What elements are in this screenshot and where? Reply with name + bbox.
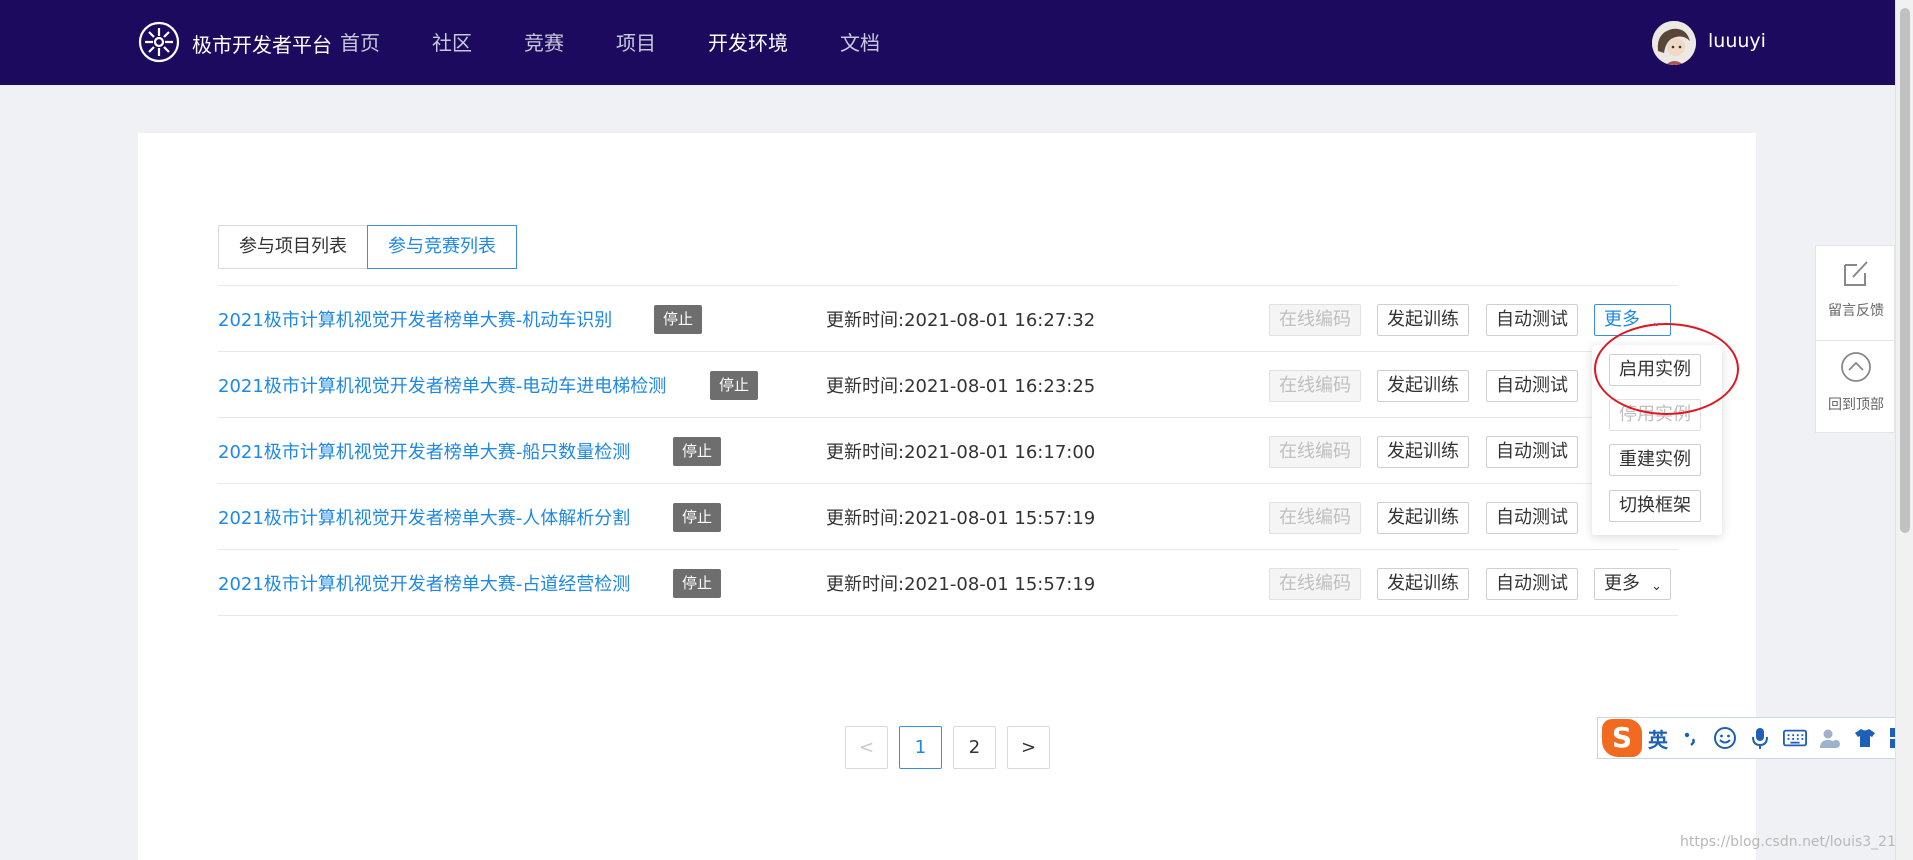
online-code-button[interactable]: 在线编码 xyxy=(1269,502,1361,534)
updated-time: 更新时间:2021-08-01 15:57:19 xyxy=(826,574,1096,595)
online-code-button[interactable]: 在线编码 xyxy=(1269,568,1361,600)
user-icon[interactable] xyxy=(1818,726,1842,750)
more-label: 更多 xyxy=(1604,573,1640,594)
logo-icon[interactable] xyxy=(136,19,182,65)
nav-item-dev-env[interactable]: 开发环境 xyxy=(708,27,788,56)
list-item: 2021极市计算机视觉开发者榜单大赛-船只数量检测 停止 更新时间:2021-0… xyxy=(218,418,1678,484)
auto-test-button[interactable]: 自动测试 xyxy=(1486,502,1578,534)
prev-page-button[interactable]: < xyxy=(845,726,888,769)
item-title-link[interactable]: 2021极市计算机视觉开发者榜单大赛-机动车识别 xyxy=(218,306,612,332)
status-badge: 停止 xyxy=(673,503,722,532)
nav-item-docs[interactable]: 文档 xyxy=(840,27,880,56)
emoji-icon[interactable] xyxy=(1713,726,1737,750)
microphone-icon[interactable] xyxy=(1748,726,1772,750)
updated-time: 更新时间:2021-08-01 16:17:00 xyxy=(826,442,1096,463)
chevron-down-icon: ⌄ xyxy=(1651,579,1662,594)
item-title-link[interactable]: 2021极市计算机视觉开发者榜单大赛-人体解析分割 xyxy=(218,504,630,530)
page-button-1[interactable]: 1 xyxy=(899,726,942,769)
more-dropdown-button[interactable]: 更多 ⌄ xyxy=(1594,304,1671,336)
ime-logo[interactable]: S xyxy=(1602,719,1642,757)
page-scrollbar[interactable] xyxy=(1895,0,1913,860)
avatar[interactable] xyxy=(1652,21,1696,65)
page-button-2[interactable]: 2 xyxy=(953,726,996,769)
status-badge: 停止 xyxy=(673,437,722,466)
back-to-top-button[interactable]: 回到顶部 xyxy=(1816,350,1896,414)
more-label: 更多 xyxy=(1604,309,1640,330)
nav-item-project[interactable]: 项目 xyxy=(616,27,656,56)
status-badge: 停止 xyxy=(710,371,759,400)
start-train-button[interactable]: 发起训练 xyxy=(1377,502,1469,534)
updated-time: 更新时间:2021-08-01 15:57:19 xyxy=(826,508,1096,529)
chevron-down-icon: ⌄ xyxy=(1651,315,1662,330)
online-code-button[interactable]: 在线编码 xyxy=(1269,304,1361,336)
list-item: 2021极市计算机视觉开发者榜单大赛-人体解析分割 停止 更新时间:2021-0… xyxy=(218,484,1678,550)
disable-instance-option[interactable]: 停用实例 xyxy=(1609,399,1701,431)
ime-toolbar: S 英 xyxy=(1597,717,1913,759)
watermark: https://blog.csdn.net/louis3_21 xyxy=(1680,834,1896,850)
auto-test-button[interactable]: 自动测试 xyxy=(1486,370,1578,402)
more-dropdown-button[interactable]: 更多 ⌄ xyxy=(1594,568,1671,600)
list-tabs: 参与项目列表 参与竞赛列表 xyxy=(218,225,517,269)
rebuild-instance-option[interactable]: 重建实例 xyxy=(1609,444,1701,476)
item-title-link[interactable]: 2021极市计算机视觉开发者榜单大赛-船只数量检测 xyxy=(218,438,630,464)
tab-competitions[interactable]: 参与竞赛列表 xyxy=(367,225,517,269)
list-item: 2021极市计算机视觉开发者榜单大赛-占道经营检测 停止 更新时间:2021-0… xyxy=(218,550,1678,616)
competition-list: 2021极市计算机视觉开发者榜单大赛-机动车识别 停止 更新时间:2021-08… xyxy=(218,285,1678,616)
list-item: 2021极市计算机视觉开发者榜单大赛-电动车进电梯检测 停止 更新时间:2021… xyxy=(218,352,1678,418)
punctuation-icon[interactable] xyxy=(1678,726,1702,750)
switch-framework-option[interactable]: 切换框架 xyxy=(1609,490,1701,522)
content-card: 参与项目列表 参与竞赛列表 2021极市计算机视觉开发者榜单大赛-机动车识别 停… xyxy=(138,133,1756,860)
side-float-bar: 留言反馈 回到顶部 xyxy=(1815,245,1896,433)
brand-name[interactable]: 极市开发者平台 xyxy=(192,29,332,58)
start-train-button[interactable]: 发起训练 xyxy=(1377,370,1469,402)
item-title-link[interactable]: 2021极市计算机视觉开发者榜单大赛-占道经营检测 xyxy=(218,570,630,596)
item-title-link[interactable]: 2021极市计算机视觉开发者榜单大赛-电动车进电梯检测 xyxy=(218,372,666,398)
main-nav: 首页 社区 竞赛 项目 开发环境 文档 xyxy=(340,27,932,56)
divider xyxy=(1816,340,1896,341)
enable-instance-option[interactable]: 启用实例 xyxy=(1609,354,1701,386)
status-badge: 停止 xyxy=(673,569,722,598)
status-badge: 停止 xyxy=(654,305,703,334)
skin-icon[interactable] xyxy=(1853,726,1877,750)
pagination: < 1 2 > xyxy=(845,726,1061,769)
updated-time: 更新时间:2021-08-01 16:27:32 xyxy=(826,310,1096,331)
avatar-image-icon xyxy=(1652,21,1696,65)
start-train-button[interactable]: 发起训练 xyxy=(1377,304,1469,336)
start-train-button[interactable]: 发起训练 xyxy=(1377,568,1469,600)
nav-item-home[interactable]: 首页 xyxy=(340,27,380,56)
ime-language-toggle[interactable]: 英 xyxy=(1648,724,1668,753)
top-navbar: 极市开发者平台 首页 社区 竞赛 项目 开发环境 文档 luuuyi xyxy=(0,0,1895,85)
auto-test-button[interactable]: 自动测试 xyxy=(1486,436,1578,468)
back-to-top-label: 回到顶部 xyxy=(1828,397,1884,413)
feedback-button[interactable]: 留言反馈 xyxy=(1816,256,1896,320)
nav-item-competition[interactable]: 竞赛 xyxy=(524,27,564,56)
tab-projects[interactable]: 参与项目列表 xyxy=(218,225,368,269)
auto-test-button[interactable]: 自动测试 xyxy=(1486,304,1578,336)
scrollbar-thumb[interactable] xyxy=(1900,8,1910,533)
ime-icon-group xyxy=(1678,726,1912,750)
edit-icon xyxy=(1844,261,1868,286)
next-page-button[interactable]: > xyxy=(1007,726,1050,769)
username[interactable]: luuuyi xyxy=(1708,30,1766,52)
updated-time: 更新时间:2021-08-01 16:23:25 xyxy=(826,376,1096,397)
online-code-button[interactable]: 在线编码 xyxy=(1269,436,1361,468)
arrow-up-circle-icon xyxy=(1841,352,1871,382)
nav-item-community[interactable]: 社区 xyxy=(432,27,472,56)
more-dropdown-menu: 启用实例 停用实例 重建实例 切换框架 xyxy=(1592,345,1722,535)
auto-test-button[interactable]: 自动测试 xyxy=(1486,568,1578,600)
start-train-button[interactable]: 发起训练 xyxy=(1377,436,1469,468)
online-code-button[interactable]: 在线编码 xyxy=(1269,370,1361,402)
list-item: 2021极市计算机视觉开发者榜单大赛-机动车识别 停止 更新时间:2021-08… xyxy=(218,286,1678,352)
feedback-label: 留言反馈 xyxy=(1828,303,1884,319)
keyboard-icon[interactable] xyxy=(1783,726,1807,750)
